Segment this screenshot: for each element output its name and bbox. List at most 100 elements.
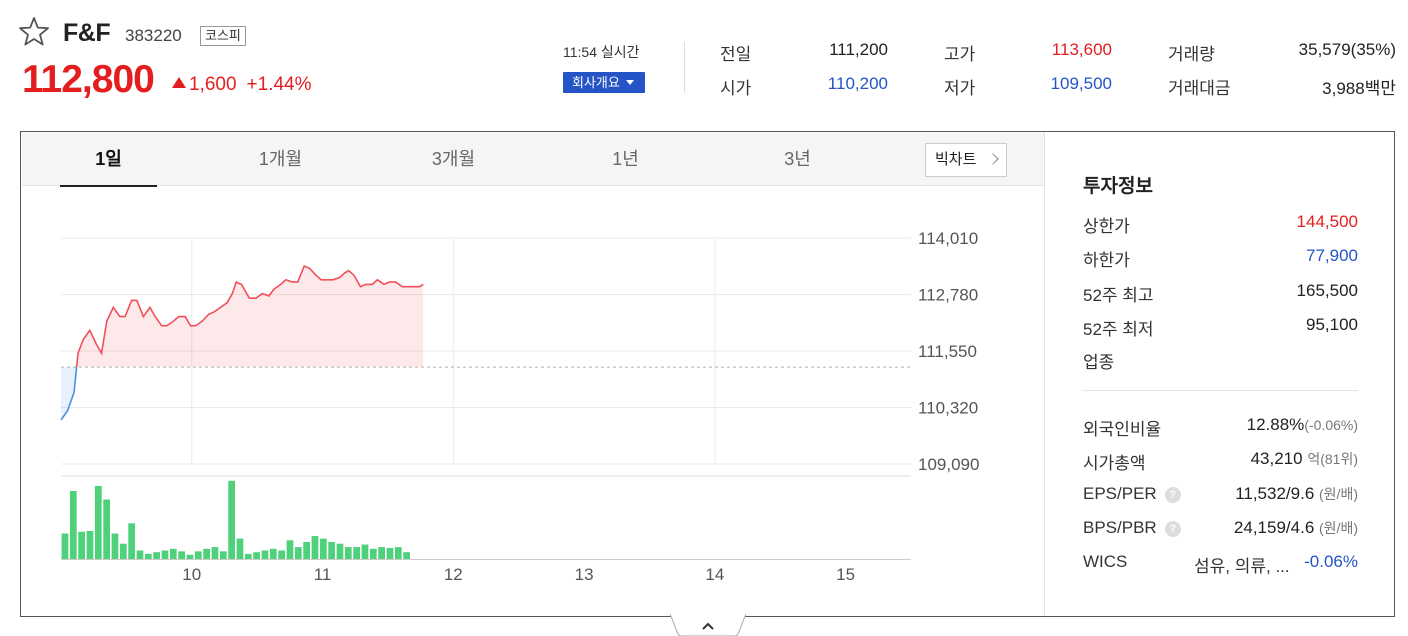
volume-bar [278, 550, 285, 559]
volume-bar [286, 540, 294, 559]
volume-bar [319, 538, 327, 559]
realtime-timestamp: 11:54 실시간 [563, 44, 640, 60]
week52-high-value: 165,500 [1296, 281, 1358, 300]
quote-value-volume: 35,579(35%) [1298, 40, 1396, 59]
quote-label-prev-close: 전일 [720, 45, 752, 64]
quote-label-volume: 거래량 [1168, 45, 1215, 64]
quote-label-high: 고가 [944, 45, 976, 64]
big-chart-button[interactable]: 빅차트 [925, 143, 1007, 177]
bps-pbr-label: BPS/PBR? [1083, 518, 1181, 538]
company-overview-label: 회사개요 [572, 75, 620, 90]
volume-bar [386, 547, 394, 559]
panel-divider [1044, 132, 1045, 616]
volume-bar [369, 548, 377, 559]
price-chart[interactable]: 114,010 112,780 111,550 110,320 109,090 10 11 1… [21, 187, 1043, 612]
quote-value-open: 110,200 [827, 74, 888, 93]
up-triangle-icon [172, 77, 186, 88]
volume-bar [253, 552, 260, 559]
wics-sector-link[interactable]: 섬유, 의류, ... [1194, 552, 1290, 577]
volume-bar [228, 480, 235, 559]
header-divider [684, 42, 685, 93]
favorite-star-icon[interactable] [18, 16, 50, 46]
volume-bar [186, 554, 194, 559]
foreign-ratio-value: 12.88%(-0.06%) [1247, 415, 1358, 435]
volume-bar [194, 551, 202, 559]
x-tick-label: 11 [314, 565, 332, 584]
volume-bar [111, 533, 119, 559]
volume-bar [219, 551, 227, 559]
chart-panel: 1일 1개월 3개월 1년 3년 빅차트 114,010 112,780 111,5… [20, 131, 1395, 617]
volume-bar [361, 544, 369, 559]
volume-bar [61, 533, 69, 559]
big-chart-label: 빅차트 [935, 151, 977, 168]
volume-bar [328, 542, 335, 559]
change-rate: +1.44% [246, 74, 312, 95]
foreign-ratio-change: (-0.06%) [1304, 417, 1358, 433]
upper-limit-label: 상한가 [1083, 217, 1130, 236]
tab-3year[interactable]: 3년 [749, 133, 846, 186]
chevron-right-icon [987, 153, 999, 165]
bps-pbr-number: 24,159/4.6 [1233, 518, 1315, 537]
y-tick-label: 114,010 [918, 229, 978, 248]
change-amount: 1,600 [189, 74, 237, 95]
company-overview-button[interactable]: 회사개요 [563, 72, 645, 93]
period-tab-bar: 1일 1개월 3개월 1년 3년 빅차트 [22, 133, 1044, 187]
tab-3month[interactable]: 3개월 [405, 133, 502, 186]
wics-label: WICS [1083, 552, 1128, 571]
invest-divider [1083, 390, 1358, 391]
x-tick-label: 10 [182, 565, 201, 584]
x-tick-label: 13 [575, 565, 594, 584]
bps-pbr-value: 24,159/4.6 (원/배) [1234, 518, 1358, 538]
market-cap-value: 43,210 억(81위) [1251, 449, 1358, 469]
quote-value-low: 109,500 [1050, 74, 1112, 93]
y-tick-label: 110,320 [918, 399, 978, 418]
volume-bar [311, 536, 319, 559]
week52-low-label: 52주 최저 [1083, 320, 1154, 339]
eps-per-number: 11,532/9.6 [1235, 484, 1315, 503]
lower-limit-label: 하한가 [1083, 251, 1130, 270]
x-tick-label: 12 [444, 565, 463, 584]
invest-info-title: 투자정보 [1083, 176, 1153, 197]
collapse-panel-button[interactable] [670, 614, 746, 636]
quote-label-open: 시가 [720, 79, 752, 98]
help-icon[interactable]: ? [1164, 521, 1181, 537]
volume-bar [336, 543, 344, 559]
volume-bar [269, 548, 277, 559]
volume-bar [294, 547, 302, 559]
volume-bar [303, 542, 310, 559]
volume-bar [69, 491, 77, 559]
current-price: 112,800 [22, 58, 155, 101]
x-tick-label: 15 [836, 565, 855, 584]
y-tick-label: 109,090 [918, 455, 979, 474]
quote-label-low: 저가 [944, 79, 976, 98]
volume-bar [203, 548, 210, 559]
volume-bar [128, 523, 135, 559]
volume-bar [161, 550, 169, 559]
volume-bar [244, 553, 252, 559]
volume-bar [344, 547, 352, 559]
tab-1year[interactable]: 1년 [577, 133, 674, 186]
bps-pbr-unit: (원/배) [1319, 520, 1358, 536]
quote-value-prev-close: 111,200 [829, 40, 888, 59]
lower-limit-value: 77,900 [1306, 246, 1358, 265]
sector-label: 업종 [1083, 353, 1115, 372]
week52-high-label: 52주 최고 [1083, 286, 1154, 305]
volume-bar [144, 553, 152, 559]
volume-bar [78, 531, 85, 559]
eps-per-label-text: EPS/PER [1083, 484, 1157, 503]
eps-per-value: 11,532/9.6 (원/배) [1235, 484, 1358, 504]
market-cap-label: 시가총액 [1083, 454, 1146, 473]
volume-bar [236, 538, 244, 559]
volume-bar [261, 550, 269, 559]
market-cap-number: 43,210 [1250, 449, 1303, 468]
tab-1month[interactable]: 1개월 [232, 133, 329, 186]
quote-value-trade-value: 3,988백만 [1322, 79, 1396, 98]
volume-bar [86, 530, 94, 559]
help-icon[interactable]: ? [1164, 487, 1181, 503]
upper-limit-value: 144,500 [1296, 212, 1358, 231]
caret-down-icon [625, 80, 634, 85]
market-badge: 코스피 [200, 26, 246, 46]
wics-change: -0.06% [1304, 552, 1358, 571]
tab-1day[interactable]: 1일 [60, 133, 157, 187]
foreign-ratio-number: 12.88% [1246, 415, 1305, 434]
